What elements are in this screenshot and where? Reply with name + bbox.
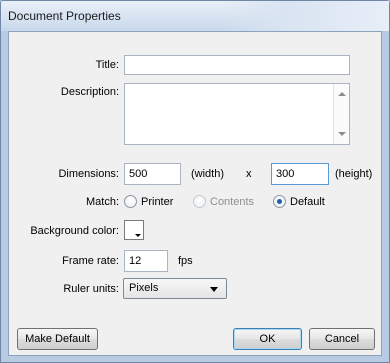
dialog-client-area: Title: Description: Dimensions: 500 (wid… (8, 31, 382, 356)
cancel-button[interactable]: Cancel (309, 328, 375, 350)
dimensions-label: Dimensions: (58, 168, 119, 180)
ok-button[interactable]: OK (233, 328, 302, 350)
scroll-up-arrow-icon[interactable] (338, 92, 346, 96)
title-bar[interactable]: Document Properties (1, 1, 389, 31)
window-title: Document Properties (8, 9, 121, 23)
match-default-radio[interactable] (273, 195, 286, 208)
make-default-button[interactable]: Make Default (17, 328, 98, 350)
frame-rate-label: Frame rate: (62, 255, 119, 267)
match-default-label[interactable]: Default (290, 196, 325, 208)
match-label: Match: (85, 196, 119, 208)
description-textarea[interactable] (124, 83, 350, 145)
ruler-units-label: Ruler units: (63, 283, 119, 295)
frame-rate-unit: fps (178, 255, 193, 267)
description-scrollbar[interactable] (333, 84, 349, 144)
background-color-label: Background color: (30, 225, 119, 237)
swatch-dropdown-arrow-icon (135, 234, 141, 237)
dimensions-separator: x (246, 168, 252, 180)
match-contents-label: Contents (210, 196, 255, 208)
width-unit-label: (width) (191, 168, 225, 180)
match-contents-radio (193, 195, 206, 208)
document-properties-window: Document Properties Title: Description: … (0, 0, 390, 363)
height-input[interactable]: 300 (271, 163, 329, 185)
ruler-units-value: Pixels (129, 282, 159, 294)
title-input[interactable] (124, 55, 350, 75)
height-unit-label: (height) (335, 168, 373, 180)
title-bar-background (219, 1, 389, 31)
scroll-down-arrow-icon[interactable] (338, 132, 346, 136)
width-input[interactable]: 500 (124, 163, 181, 185)
chevron-down-icon (210, 287, 218, 292)
title-label: Title: (95, 59, 119, 71)
match-printer-label[interactable]: Printer (141, 196, 173, 208)
background-color-swatch[interactable] (124, 220, 144, 240)
description-label: Description: (60, 86, 119, 98)
ruler-units-select[interactable]: Pixels (123, 278, 227, 299)
match-printer-radio[interactable] (124, 195, 137, 208)
frame-rate-input[interactable]: 12 (124, 250, 168, 272)
